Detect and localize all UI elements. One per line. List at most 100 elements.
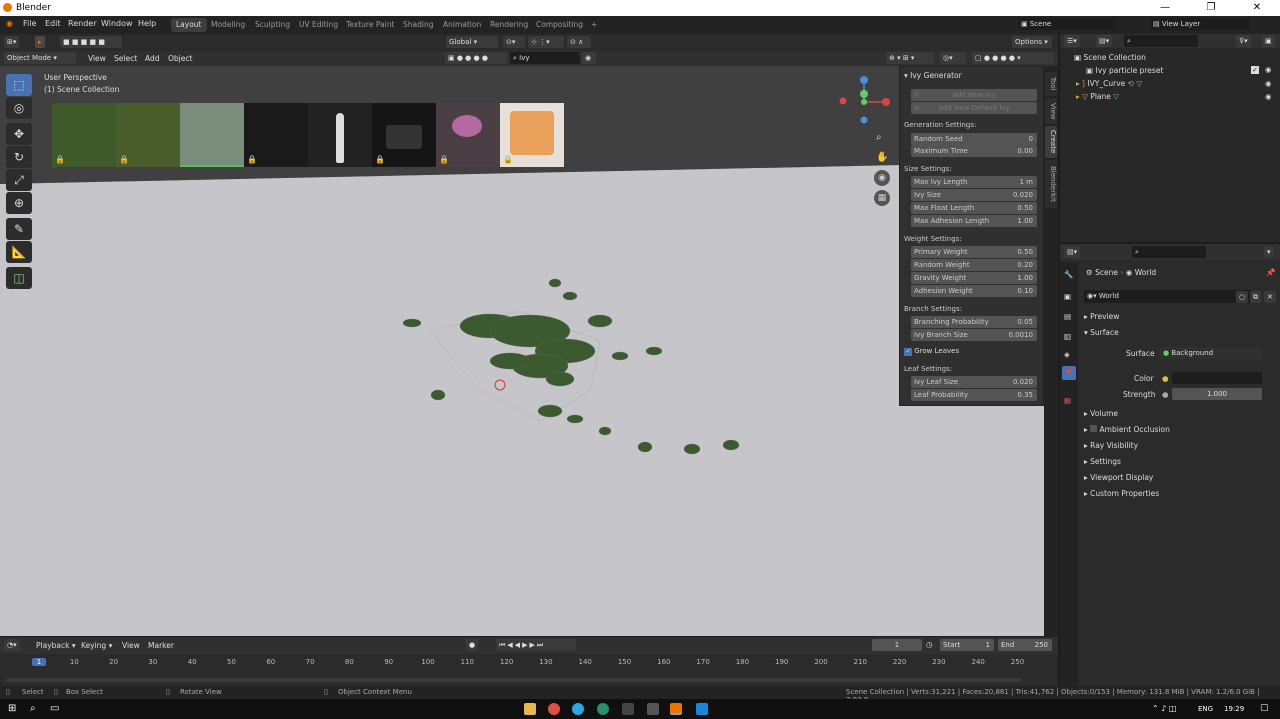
scene-icon[interactable]: ◈ (1064, 350, 1070, 359)
cursor-tool-icon[interactable]: ◎ (6, 97, 32, 119)
scale-tool-icon[interactable]: ⤢ (6, 169, 32, 191)
tab-sculpting[interactable]: Sculpting (250, 18, 295, 32)
ivy-panel-header[interactable]: ▾ Ivy Generator (904, 71, 962, 80)
shading-mode-icons[interactable]: ▢ ● ● ● ● ▾ (972, 52, 1054, 64)
add-cube-tool-icon[interactable]: ◫ (6, 267, 32, 289)
tab-compositing[interactable]: Compositing (531, 18, 588, 32)
section-settings[interactable]: ▸ Settings (1084, 457, 1121, 466)
transform-orientation-dropdown[interactable]: Global ▾ (446, 36, 498, 48)
overlay-toggle-icon[interactable]: ◎▾ (940, 52, 966, 64)
outliner-type-icon[interactable]: ☰▾ (1064, 35, 1080, 47)
tab-tool[interactable]: Tool (1045, 72, 1057, 96)
outliner-search-input[interactable]: ⌕ (1124, 35, 1198, 47)
record-icon[interactable]: ● (466, 639, 479, 651)
section-custom-properties[interactable]: ▸ Custom Properties (1084, 489, 1159, 498)
random-weight-field[interactable]: Random Weight 0.20 (911, 259, 1037, 271)
menu-window[interactable]: Window (101, 19, 133, 28)
task-view-icon[interactable]: ▭ (50, 703, 62, 715)
snap-icon[interactable]: ⊹ ⋮▾ (528, 36, 564, 48)
language-indicator[interactable]: ENG (1198, 705, 1213, 713)
asset-thumbnail[interactable] (308, 103, 372, 167)
fake-user-icon[interactable]: ○ (1236, 291, 1249, 303)
windows-start-icon[interactable]: ⊞ (8, 703, 20, 715)
display-mode-icon[interactable]: ▤▾ (1096, 35, 1113, 47)
menu-select[interactable]: Select (114, 54, 137, 63)
random-seed-field[interactable]: Random Seed 0 (911, 133, 1037, 145)
outliner-item[interactable]: ▸ ▽ Plane ▽ (1076, 92, 1119, 101)
playback-controls[interactable]: ⏮◀◀▶▶⏭ (496, 639, 576, 651)
tab-animation[interactable]: Animation (438, 18, 486, 32)
gizmo-toggle-icons[interactable]: ⊕ ▾ ⊞ ▾ (886, 52, 934, 64)
search-icon[interactable]: ⌕ (30, 703, 42, 715)
texture-icon[interactable]: ▦ (1064, 396, 1071, 405)
asset-thumbnail[interactable]: 🔒 (52, 103, 116, 167)
menu-edit[interactable]: Edit (45, 19, 61, 28)
properties-search-input[interactable]: ⌕ (1132, 246, 1206, 258)
current-frame-field[interactable]: 1 (872, 639, 922, 651)
outliner-item[interactable]: ▣ Ivy particle preset (1086, 66, 1163, 75)
tab-blenderkit[interactable]: Blenderkit (1045, 160, 1057, 208)
chrome-icon[interactable] (548, 703, 560, 715)
render-icon[interactable]: ▣ (1064, 292, 1071, 301)
menu-keying[interactable]: Keying ▾ (81, 641, 112, 650)
color-socket-icon[interactable]: ● (1162, 374, 1169, 383)
grow-leaves-checkbox[interactable]: ✓ Grow Leaves (904, 347, 959, 356)
tab-modeling[interactable]: Modeling (206, 18, 250, 32)
start-frame-field[interactable]: Start 1 (940, 639, 994, 651)
tab-uv-editing[interactable]: UV Editing (294, 18, 343, 32)
primary-weight-field[interactable]: Primary Weight 0.50 (911, 246, 1037, 258)
menu-add[interactable]: Add (145, 54, 160, 63)
tool-settings-icon[interactable]: 🔧 (1064, 270, 1073, 279)
blender-taskbar-icon[interactable] (670, 703, 682, 715)
section-surface[interactable]: ▾ Surface (1084, 328, 1119, 337)
asset-thumbnail[interactable]: 🔒 (244, 103, 308, 167)
pin-icon[interactable]: 📌 (1266, 268, 1275, 277)
asset-filter-icons[interactable]: ▣ ● ● ● ● (445, 52, 507, 64)
timeline-type-icon[interactable]: ◔▾ (4, 639, 20, 651)
asset-thumbnail[interactable]: 🔒 (500, 103, 564, 167)
app-icon[interactable] (622, 703, 634, 715)
ivy-object-icon[interactable] (390, 271, 750, 461)
visibility-eye-icon[interactable]: ◉ (1265, 65, 1272, 74)
max-adhesion-length-field[interactable]: Max Adhesion Length 1.00 (911, 215, 1037, 227)
section-volume[interactable]: ▸ Volume (1084, 409, 1118, 418)
asset-thumbnail[interactable] (180, 103, 244, 167)
pan-hand-icon[interactable]: ✋ (876, 152, 888, 163)
section-viewport-display[interactable]: ▸ Viewport Display (1084, 473, 1153, 482)
output-icon[interactable]: ▤ (1064, 312, 1071, 321)
select-box-tool-icon[interactable]: ⬚ (6, 74, 32, 96)
maximize-button[interactable]: ❐ (1188, 0, 1234, 16)
asset-thumbnail[interactable]: 🔒 (372, 103, 436, 167)
app-icon[interactable] (647, 703, 659, 715)
measure-tool-icon[interactable]: 📐 (6, 241, 32, 263)
properties-type-icon[interactable]: ▤▾ (1064, 246, 1081, 258)
world-tab-icon[interactable]: ◉ (1062, 366, 1076, 380)
color-swatch[interactable] (1172, 372, 1262, 384)
zoom-icon[interactable]: ⌕ (876, 132, 882, 143)
view-layer-selector[interactable]: ▤ View Layer (1150, 18, 1250, 30)
ivy-size-field[interactable]: Ivy Size 0.020 (911, 189, 1037, 201)
move-tool-icon[interactable]: ✥ (6, 123, 32, 145)
add-default-ivy-button[interactable]: ↻ Add New Default Ivy (911, 102, 1037, 114)
tab-rendering[interactable]: Rendering (485, 18, 533, 32)
proportional-edit-icon[interactable]: ⊙ ∧ (567, 36, 591, 48)
strength-socket-icon[interactable]: ● (1162, 390, 1169, 399)
navigation-gizmo[interactable] (836, 74, 892, 130)
telegram-icon[interactable] (572, 703, 584, 715)
strength-field[interactable]: 1.000 (1172, 388, 1262, 400)
pivot-icon[interactable]: ⊙▾ (503, 36, 525, 48)
filter-icon[interactable]: ⊽▾ (1236, 35, 1251, 47)
options-dropdown[interactable]: Options ▾ (1012, 36, 1052, 48)
tab-shading[interactable]: Shading (398, 18, 438, 32)
app-icon[interactable] (597, 703, 609, 715)
clock-icon[interactable]: ◷ (926, 640, 933, 649)
section-ambient-occlusion[interactable]: ▸ Ambient Occlusion (1084, 425, 1170, 434)
unlink-icon[interactable]: ✕ (1264, 291, 1276, 303)
visibility-eye-icon[interactable]: ◉ (1265, 79, 1272, 88)
menu-file[interactable]: File (23, 19, 36, 28)
timeline-scrollbar[interactable] (6, 678, 1022, 682)
select-tool-icon[interactable]: ▸ (35, 36, 45, 48)
dropdown-chevron-icon[interactable]: ▾ (1264, 246, 1274, 258)
app-icon[interactable] (696, 703, 708, 715)
tab-layout[interactable]: Layout (171, 18, 207, 32)
